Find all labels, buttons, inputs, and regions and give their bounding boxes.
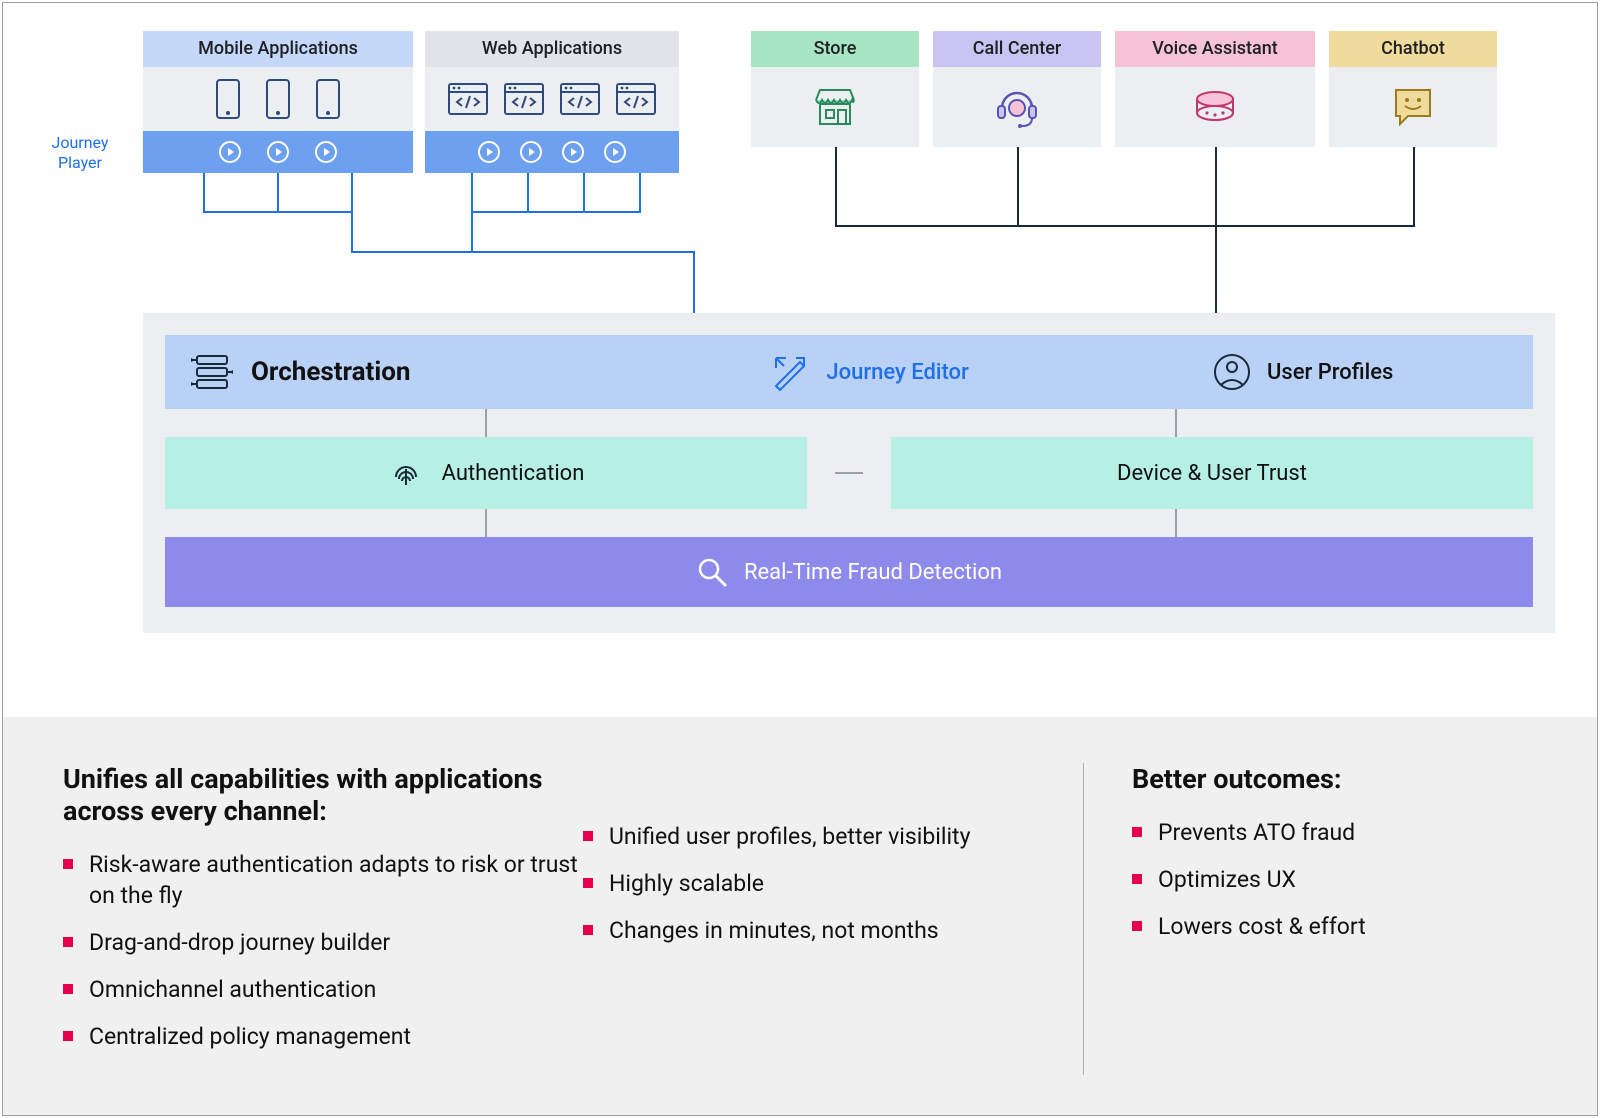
browser-code-icon bbox=[615, 82, 657, 116]
orchestration-bar: Orchestration Journey Editor User Profil… bbox=[165, 335, 1533, 409]
outcomes-heading: Better outcomes: bbox=[1132, 763, 1503, 795]
icon-voice bbox=[1115, 67, 1315, 147]
header-call: Call Center bbox=[933, 31, 1101, 67]
phone-icon bbox=[263, 78, 293, 120]
play-icon bbox=[314, 140, 338, 164]
card-mobile-applications: Mobile Applications bbox=[143, 31, 413, 173]
card-call-center: Call Center bbox=[933, 31, 1101, 147]
bullet: Risk-aware authentication adapts to risk… bbox=[63, 849, 583, 911]
bullet: Drag-and-drop journey builder bbox=[63, 927, 583, 958]
footer-col-3: Better outcomes: Prevents ATO fraud Opti… bbox=[1083, 763, 1503, 1075]
footer-col-2: Unified user profiles, better visibility… bbox=[583, 763, 1083, 1075]
journey-editor-icon bbox=[770, 352, 810, 392]
smart-speaker-icon bbox=[1191, 89, 1239, 125]
connector bbox=[351, 211, 353, 251]
device-trust-box: Device & User Trust bbox=[891, 437, 1533, 509]
connector bbox=[471, 173, 473, 211]
diagram-frame: Journey Player Mobile Applications Web A… bbox=[2, 2, 1598, 1116]
icon-chatbot bbox=[1329, 67, 1497, 147]
connector bbox=[351, 251, 695, 253]
icon-row-mobile bbox=[143, 67, 413, 131]
card-chatbot: Chatbot bbox=[1329, 31, 1497, 147]
orchestration-title: Orchestration bbox=[251, 357, 410, 387]
connector bbox=[471, 211, 473, 251]
journey-player-label: Journey Player bbox=[35, 133, 125, 173]
header-chatbot: Chatbot bbox=[1329, 31, 1497, 67]
magnifier-icon bbox=[696, 556, 728, 588]
connector bbox=[835, 472, 863, 474]
play-icon bbox=[603, 140, 627, 164]
fingerprint-icon bbox=[388, 455, 424, 491]
connector bbox=[1413, 147, 1415, 225]
authentication-box: Authentication bbox=[165, 437, 807, 509]
browser-code-icon bbox=[503, 82, 545, 116]
connector bbox=[277, 173, 279, 211]
bullet: Prevents ATO fraud bbox=[1132, 817, 1503, 848]
connector bbox=[485, 409, 487, 437]
bullet: Lowers cost & effort bbox=[1132, 911, 1503, 942]
orchestration-icon bbox=[189, 352, 235, 392]
connector bbox=[583, 173, 585, 211]
footer-col-1: Unifies all capabilities with applicatio… bbox=[63, 763, 583, 1075]
card-web-applications: Web Applications bbox=[425, 31, 679, 173]
bullet: Highly scalable bbox=[583, 868, 1083, 899]
bullet: Changes in minutes, not months bbox=[583, 915, 1083, 946]
fraud-label: Real-Time Fraud Detection bbox=[744, 560, 1002, 585]
browser-code-icon bbox=[447, 82, 489, 116]
play-icon bbox=[561, 140, 585, 164]
card-voice-assistant: Voice Assistant bbox=[1115, 31, 1315, 147]
user-profile-icon bbox=[1213, 353, 1251, 391]
phone-icon bbox=[213, 78, 243, 120]
connector bbox=[835, 147, 837, 225]
storefront-icon bbox=[812, 86, 858, 128]
connector bbox=[1175, 509, 1177, 537]
icon-row-web bbox=[425, 67, 679, 131]
bullet: Unified user profiles, better visibility bbox=[583, 821, 1083, 852]
device-trust-label: Device & User Trust bbox=[1117, 461, 1307, 486]
connector bbox=[835, 225, 1415, 227]
browser-code-icon bbox=[559, 82, 601, 116]
connector bbox=[527, 173, 529, 211]
bullet: Omnichannel authentication bbox=[63, 974, 583, 1005]
connector bbox=[203, 211, 353, 213]
phone-icon bbox=[313, 78, 343, 120]
connector bbox=[639, 173, 641, 211]
player-row-mobile bbox=[143, 131, 413, 173]
player-row-web bbox=[425, 131, 679, 173]
header-mobile: Mobile Applications bbox=[143, 31, 413, 67]
header-web: Web Applications bbox=[425, 31, 679, 67]
connector bbox=[471, 211, 641, 213]
connector bbox=[203, 173, 205, 211]
bullet: Optimizes UX bbox=[1132, 864, 1503, 895]
headset-icon bbox=[994, 84, 1040, 130]
core-block: Orchestration Journey Editor User Profil… bbox=[143, 313, 1555, 633]
user-profiles-label: User Profiles bbox=[1267, 360, 1393, 385]
play-icon bbox=[519, 140, 543, 164]
chat-smile-icon bbox=[1390, 86, 1436, 128]
bullet: Centralized policy management bbox=[63, 1021, 583, 1052]
connector bbox=[1175, 409, 1177, 437]
connector bbox=[1017, 147, 1019, 225]
play-icon bbox=[218, 140, 242, 164]
fraud-detection-bar: Real-Time Fraud Detection bbox=[165, 537, 1533, 607]
authentication-label: Authentication bbox=[442, 461, 585, 486]
play-icon bbox=[477, 140, 501, 164]
header-store: Store bbox=[751, 31, 919, 67]
play-icon bbox=[266, 140, 290, 164]
header-voice: Voice Assistant bbox=[1115, 31, 1315, 67]
footer-block: Unifies all capabilities with applicatio… bbox=[3, 717, 1597, 1115]
icon-call bbox=[933, 67, 1101, 147]
card-store: Store bbox=[751, 31, 919, 147]
connector bbox=[1215, 147, 1217, 255]
icon-store bbox=[751, 67, 919, 147]
connector bbox=[351, 173, 353, 211]
unifies-heading: Unifies all capabilities with applicatio… bbox=[63, 763, 583, 827]
connector bbox=[485, 509, 487, 537]
journey-editor-label: Journey Editor bbox=[826, 360, 968, 385]
